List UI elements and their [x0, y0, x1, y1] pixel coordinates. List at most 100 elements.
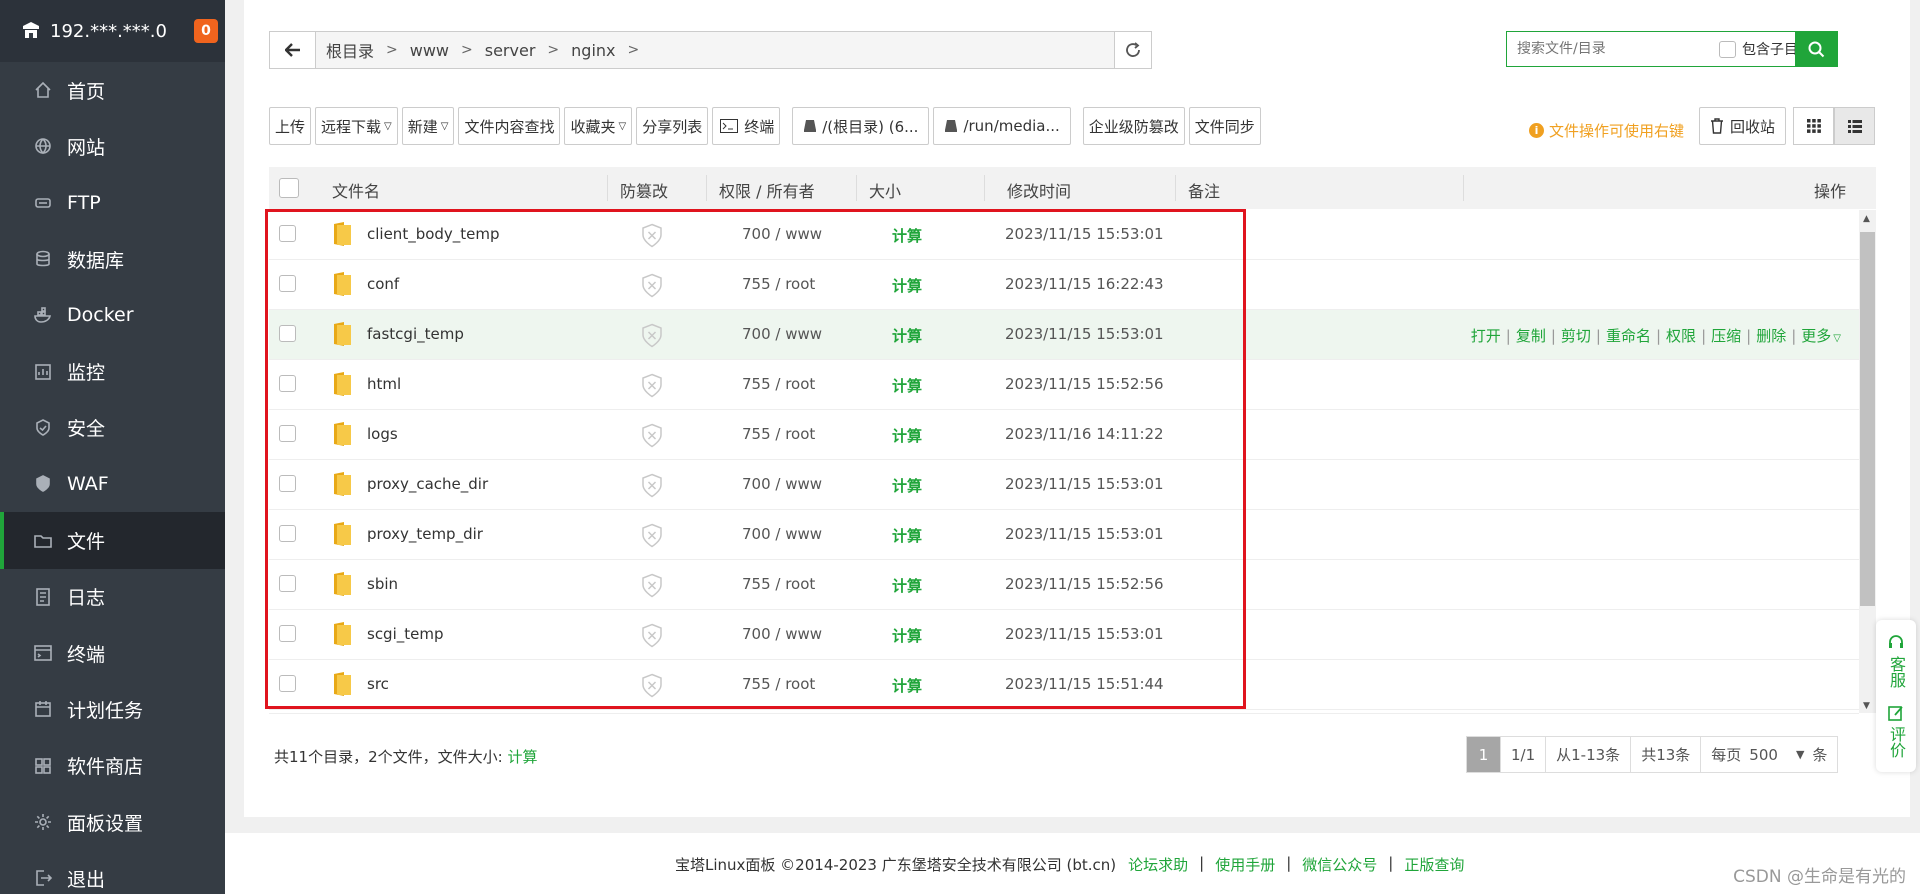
favorites-button[interactable]: 收藏夹 ▽: [564, 107, 633, 145]
bt-logo-icon: [23, 22, 39, 38]
sidebar-item-3[interactable]: 数据库: [0, 231, 225, 287]
disk-icon: [804, 120, 817, 132]
ftp-icon: [33, 193, 53, 213]
sidebar-item-label: 首页: [67, 80, 106, 103]
row-action-2[interactable]: 剪切: [1561, 327, 1591, 345]
sidebar-item-2[interactable]: FTP: [0, 175, 225, 231]
page-current[interactable]: 1: [1467, 737, 1501, 772]
header-mtime[interactable]: 修改时间: [1007, 178, 1071, 202]
refresh-button[interactable]: [1114, 32, 1151, 68]
sidebar-item-label: 文件: [67, 531, 106, 554]
search-input[interactable]: [1507, 34, 1715, 64]
grid-view-button[interactable]: [1793, 107, 1834, 145]
upload-label: 上传: [275, 117, 306, 136]
sidebar-item-7[interactable]: WAF: [0, 456, 225, 512]
sidebar-item-6[interactable]: 安全: [0, 400, 225, 456]
include-subdir-checkbox[interactable]: [1719, 40, 1736, 58]
manual-link[interactable]: 使用手册: [1215, 854, 1275, 875]
chevron-right-icon: >: [386, 42, 398, 58]
file-sync-button[interactable]: 文件同步: [1188, 107, 1261, 145]
breadcrumb-item[interactable]: nginx: [571, 41, 615, 60]
back-button[interactable]: [270, 32, 316, 68]
upload-button[interactable]: 上传: [269, 107, 312, 145]
sidebar-item-0[interactable]: 首页: [0, 62, 225, 118]
grid-icon: [1806, 119, 1821, 133]
sidebar-item-12[interactable]: 软件商店: [0, 738, 225, 794]
per-page-control: 每页 500 ▼ 条: [1701, 737, 1837, 772]
trash-icon: [1711, 118, 1723, 134]
breadcrumb: 根目录 > www > server > nginx >: [316, 38, 1114, 62]
header-name[interactable]: 文件名: [332, 178, 380, 202]
sidebar-item-4[interactable]: Docker: [0, 287, 225, 343]
arrow-left-icon: [284, 43, 300, 57]
chevron-down-icon: ▽: [618, 120, 627, 132]
header-size[interactable]: 大小: [869, 178, 901, 202]
per-page-select[interactable]: 500 ▼: [1749, 746, 1804, 764]
sidebar-item-1[interactable]: 网站: [0, 118, 225, 174]
wechat-link[interactable]: 微信公众号: [1302, 854, 1377, 875]
monitor-icon: [33, 362, 53, 382]
sidebar-item-9[interactable]: 日志: [0, 569, 225, 625]
remote-download-label: 远程下载: [321, 117, 382, 136]
per-page-unit: 条: [1812, 746, 1828, 764]
sidebar-item-10[interactable]: 终端: [0, 625, 225, 681]
terminal-button[interactable]: 终端: [712, 107, 781, 145]
scroll-up-icon[interactable]: ▲: [1863, 214, 1870, 224]
row-action-6[interactable]: 删除: [1756, 327, 1786, 345]
search-button[interactable]: [1795, 31, 1838, 67]
header-perm: 权限 / 所有者: [719, 182, 815, 201]
remote-download-button[interactable]: 远程下载 ▽: [315, 107, 398, 145]
database-icon: [33, 249, 53, 269]
server-ip: 192.***.***.0: [50, 20, 167, 42]
search-icon: [1808, 41, 1825, 57]
home-icon: [33, 80, 53, 100]
sidebar-item-label: 网站: [67, 136, 106, 159]
license-check-link[interactable]: 正版查询: [1404, 854, 1464, 875]
calc-size-link[interactable]: 计算: [507, 748, 537, 766]
tamper-button[interactable]: 企业级防篡改: [1082, 107, 1185, 145]
row-action-4[interactable]: 权限: [1666, 327, 1696, 345]
sidebar-item-label: 计划任务: [67, 699, 144, 722]
headset-icon: [1889, 635, 1903, 648]
forum-link[interactable]: 论坛求助: [1128, 854, 1188, 875]
share-list-button[interactable]: 分享列表: [636, 107, 709, 145]
breadcrumb-item[interactable]: 根目录: [326, 38, 374, 62]
folder-icon: [33, 531, 53, 551]
scroll-thumb[interactable]: [1860, 232, 1875, 606]
breadcrumb-item[interactable]: server: [485, 41, 536, 60]
review-button[interactable]: 评价: [1876, 704, 1916, 758]
sidebar-item-11[interactable]: 计划任务: [0, 681, 225, 737]
row-action-0[interactable]: 打开: [1471, 327, 1501, 345]
sidebar-item-13[interactable]: 面板设置: [0, 794, 225, 850]
select-all-checkbox[interactable]: [279, 178, 299, 198]
sidebar-item-8[interactable]: 文件: [0, 512, 225, 569]
sidebar-item-5[interactable]: 监控: [0, 343, 225, 399]
recycle-bin-button[interactable]: 回收站: [1699, 107, 1787, 145]
row-action-5[interactable]: 压缩: [1711, 327, 1741, 345]
scroll-down-icon[interactable]: ▼: [1863, 701, 1870, 711]
disk-root-button[interactable]: /(根目录) (6...: [792, 107, 930, 145]
breadcrumb-item[interactable]: www: [410, 41, 449, 60]
sidebar-item-label: WAF: [67, 473, 109, 496]
row-action-1[interactable]: 复制: [1516, 327, 1546, 345]
server-header[interactable]: 192.***.***.0 0: [0, 0, 225, 62]
customer-service-button[interactable]: 客服: [1876, 634, 1916, 688]
list-view-button[interactable]: [1834, 107, 1875, 145]
content-search-button[interactable]: 文件内容查找: [458, 107, 561, 145]
row-action-3[interactable]: 重命名: [1606, 327, 1651, 345]
sidebar-item-label: 软件商店: [67, 756, 144, 779]
notification-badge[interactable]: 0: [194, 19, 218, 43]
globe-icon: [33, 136, 53, 156]
sidebar-item-14[interactable]: 退出: [0, 850, 225, 894]
total-count: 共13条: [1631, 737, 1702, 772]
sidebar-item-label: 面板设置: [67, 812, 144, 835]
header-note: 备注: [1188, 182, 1221, 201]
disk-media-button[interactable]: /run/media...: [933, 107, 1071, 145]
new-button[interactable]: 新建 ▽: [401, 107, 455, 145]
file-toolbar: 上传 远程下载 ▽ 新建 ▽ 文件内容查找 收藏夹 ▽ 分享列表 终端 /(根目录) …: [269, 107, 1265, 145]
new-label: 新建: [407, 117, 438, 136]
log-icon: [33, 587, 53, 607]
chevron-down-icon: ▽: [440, 120, 449, 132]
row-action-7[interactable]: 更多: [1801, 327, 1831, 345]
scrollbar[interactable]: ▲ ▼: [1859, 210, 1876, 713]
